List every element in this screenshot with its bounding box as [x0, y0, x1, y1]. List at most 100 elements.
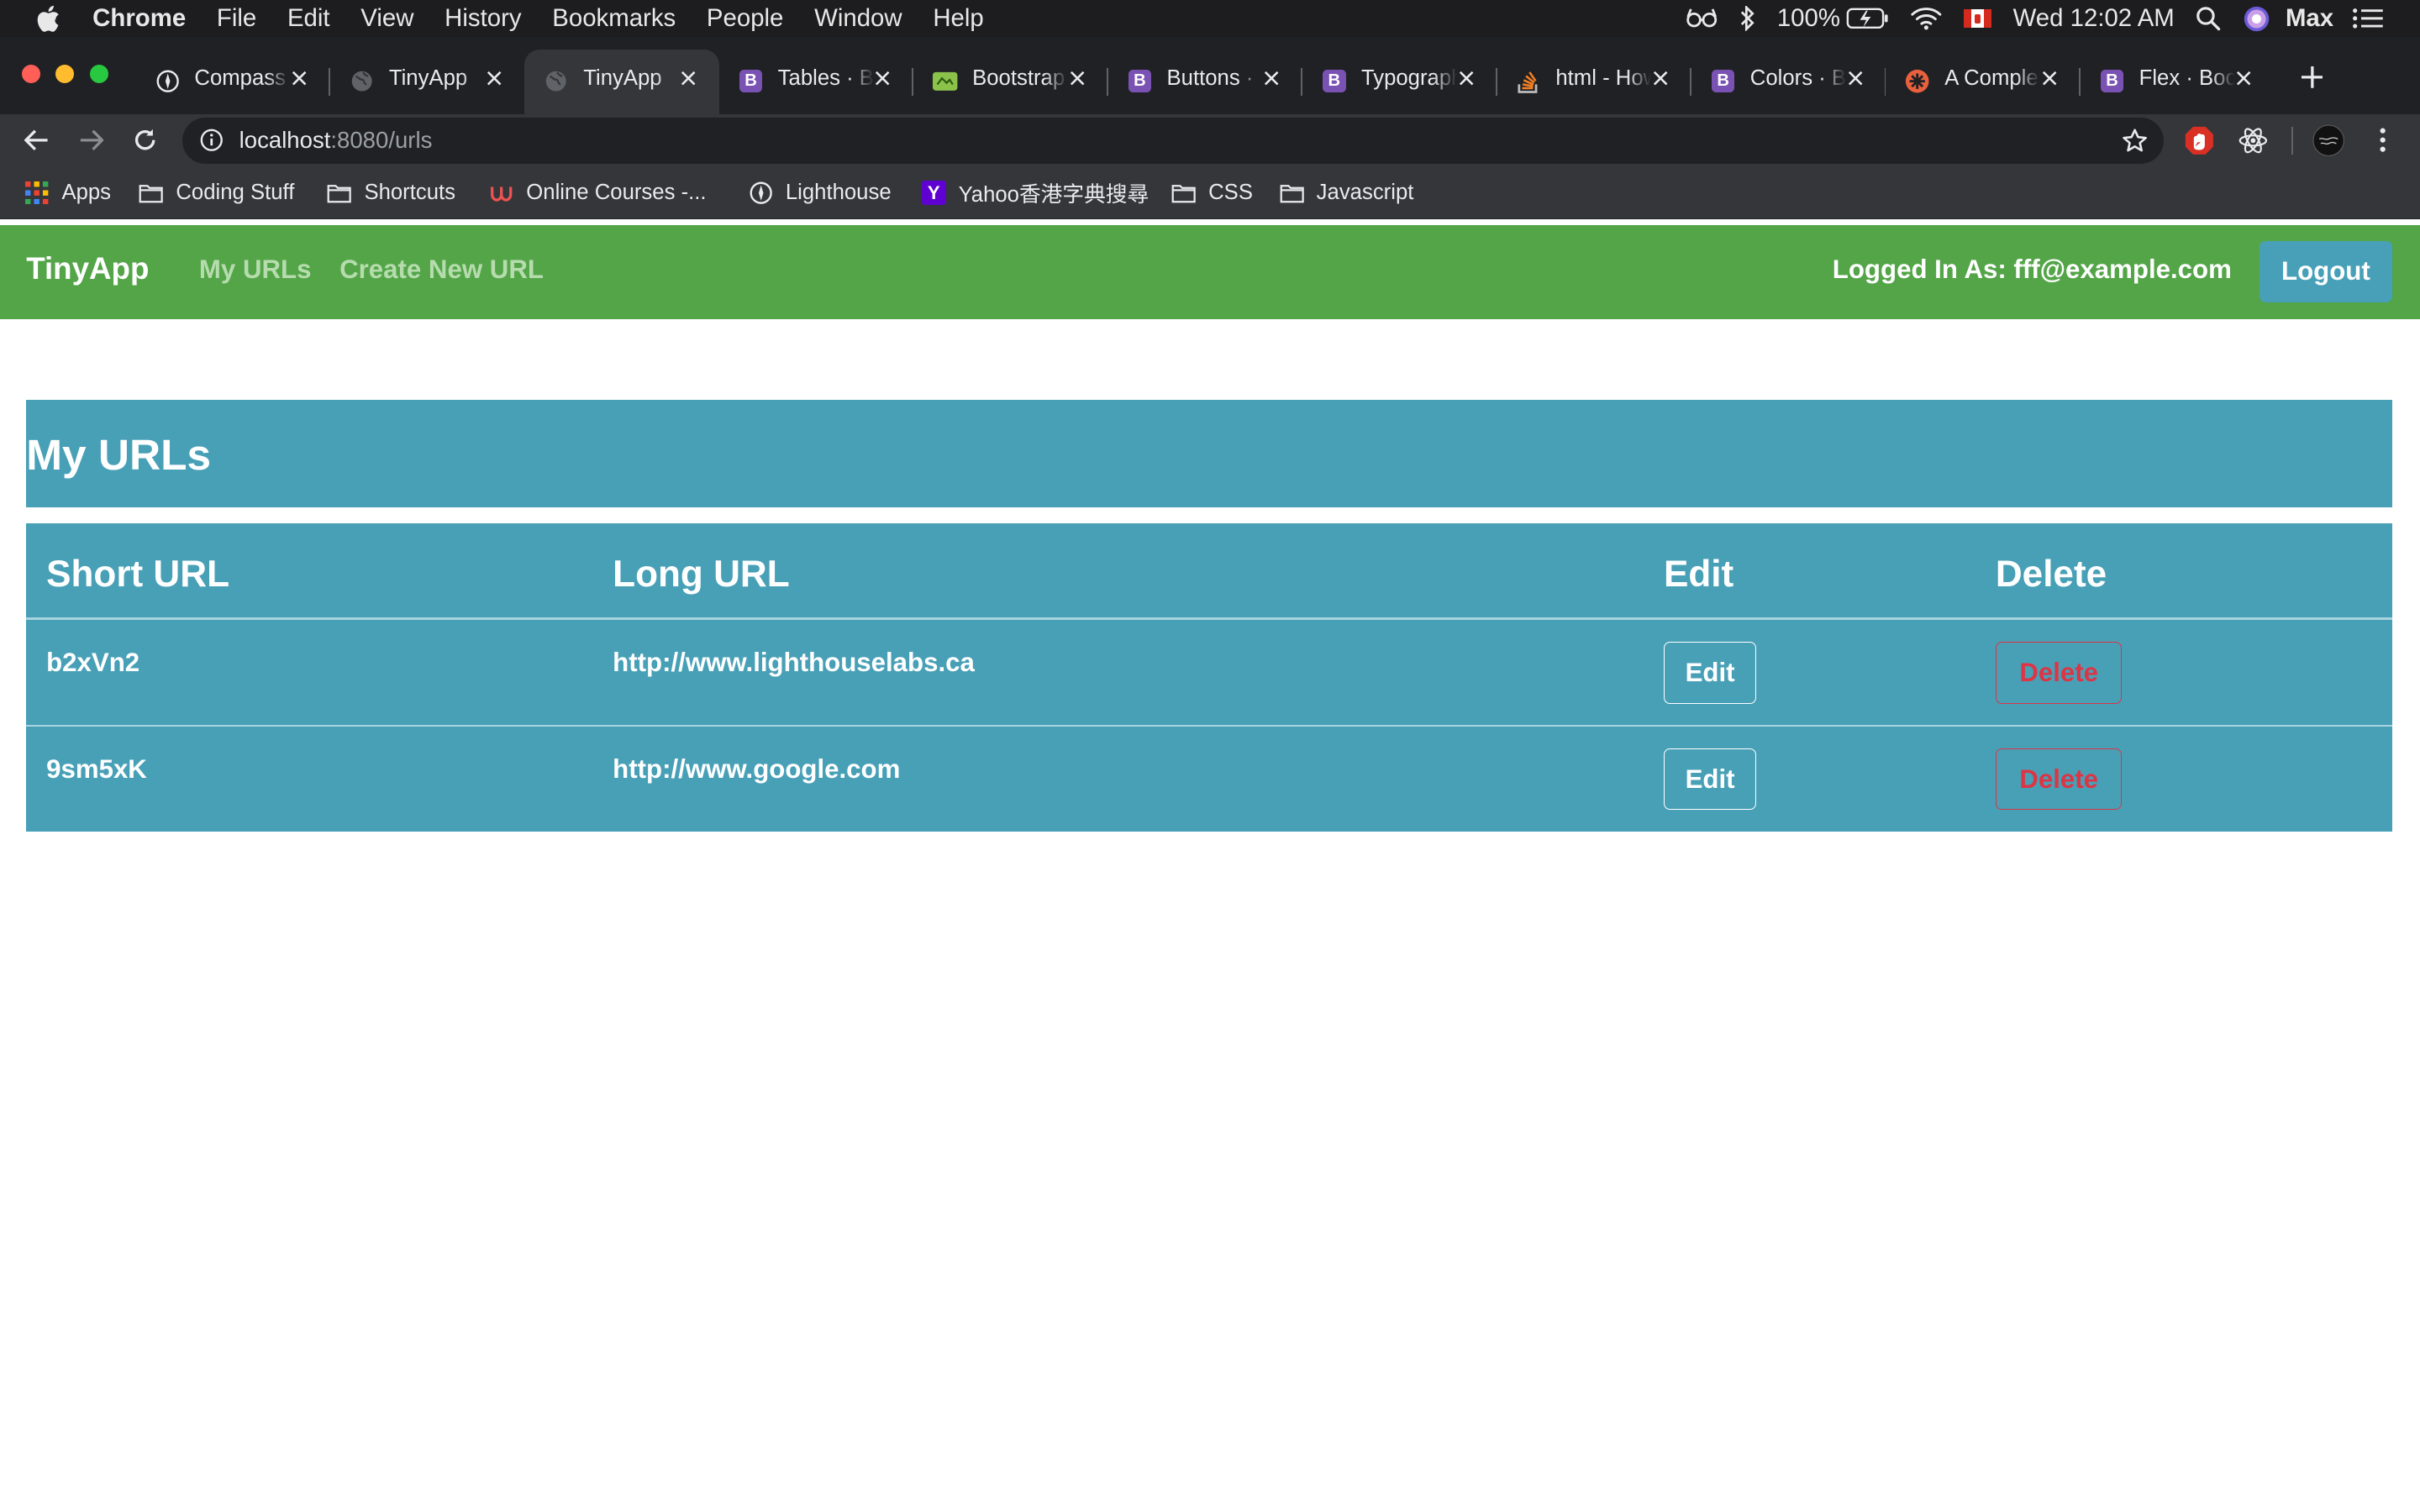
tab-close-icon[interactable] — [1260, 66, 1284, 91]
tab-close-icon[interactable] — [481, 66, 506, 91]
bookmark-online-courses[interactable]: Online Courses -... — [489, 166, 707, 218]
menu-bar-status-area: 100% Wed 12:02 AM Max — [1685, 0, 2420, 37]
menu-user-name[interactable]: Max — [2286, 4, 2333, 33]
toolbar-separator — [2291, 126, 2294, 155]
input-source-canada-flag-icon[interactable] — [1963, 9, 1991, 29]
spotlight-search-icon[interactable] — [2196, 6, 2221, 31]
tab-tables-bootstrap[interactable]: B Tables · B — [719, 50, 914, 114]
react-devtools-icon[interactable] — [2236, 123, 2270, 157]
tab-colors-bootstrap[interactable]: B Colors · B — [1691, 50, 1886, 114]
bookmark-apps[interactable]: Apps — [24, 166, 111, 218]
tab-title: Typography — [1360, 66, 1457, 90]
siri-icon[interactable] — [2243, 5, 2270, 33]
bookmark-label: Javascript — [1316, 181, 1414, 205]
menu-history[interactable]: History — [445, 4, 521, 33]
folder-icon — [327, 181, 352, 205]
site-info-icon[interactable] — [199, 128, 224, 152]
tab-close-icon[interactable] — [871, 66, 895, 91]
folder-icon — [139, 181, 164, 205]
nav-my-urls[interactable]: My URLs — [199, 255, 312, 285]
new-tab-plus-icon[interactable] — [2293, 59, 2330, 96]
address-bar[interactable]: localhost:8080/urls — [182, 117, 2165, 164]
notification-center-icon[interactable] — [2352, 8, 2383, 29]
tab-flex-bootstrap[interactable]: B Flex · Boot — [2081, 50, 2275, 114]
tab-tinyapp-active[interactable]: TinyApp — [524, 49, 719, 114]
logged-in-user-text: Logged In As: fff@example.com — [1832, 255, 2232, 285]
short-url-cell: b2xVn2 — [46, 648, 140, 678]
window-close-button[interactable] — [21, 65, 40, 84]
bootstrap-themes-icon — [932, 68, 958, 94]
menu-app-name[interactable]: Chrome — [92, 4, 186, 33]
urls-table: Short URL Long URL Edit Delete b2xVn2 ht… — [26, 522, 2392, 832]
nav-create-new-url[interactable]: Create New URL — [339, 255, 544, 285]
edit-button[interactable]: Edit — [1663, 642, 1757, 704]
battery-charging-icon[interactable] — [1846, 8, 1889, 29]
reading-glasses-icon[interactable] — [1685, 8, 1718, 29]
menu-bookmarks[interactable]: Bookmarks — [552, 4, 676, 33]
tab-compass[interactable]: Compass — [136, 50, 331, 114]
bookmark-label: Apps — [61, 181, 112, 205]
compass-icon — [155, 68, 181, 94]
tab-close-icon[interactable] — [1843, 66, 1867, 91]
window-minimize-button[interactable] — [55, 65, 75, 84]
bootstrap-icon: B — [1127, 68, 1153, 94]
tab-close-icon[interactable] — [1065, 66, 1089, 91]
bookmark-star-icon[interactable] — [2121, 127, 2149, 155]
url-path: :8080/urls — [330, 127, 433, 154]
profile-avatar[interactable] — [2312, 123, 2345, 157]
tab-tinyapp[interactable]: TinyApp — [330, 50, 524, 114]
logout-button[interactable]: Logout — [2259, 240, 2392, 302]
bootstrap-icon: B — [738, 68, 764, 94]
globe-icon — [349, 68, 375, 94]
adblock-extension-icon[interactable] — [2182, 123, 2216, 157]
tab-bootstrap-themes[interactable]: Bootstrap — [913, 50, 1108, 114]
delete-button[interactable]: Delete — [1995, 642, 2123, 704]
reload-icon[interactable] — [128, 123, 161, 157]
wifi-icon[interactable] — [1911, 7, 1942, 30]
udemy-icon — [489, 181, 513, 205]
window-zoom-button[interactable] — [89, 65, 108, 84]
menu-view[interactable]: View — [360, 4, 413, 33]
tab-typography-bootstrap[interactable]: B Typography — [1302, 50, 1497, 114]
tab-css-tricks[interactable]: A Complete — [1886, 50, 2081, 114]
chrome-menu-kebab-icon[interactable] — [2366, 123, 2400, 157]
menu-clock[interactable]: Wed 12:02 AM — [2013, 4, 2175, 33]
menu-file[interactable]: File — [217, 4, 256, 33]
bookmark-folder-javascript[interactable]: Javascript — [1280, 166, 1414, 218]
tab-close-icon[interactable] — [676, 66, 700, 91]
tab-title: A Complete — [1944, 66, 2040, 90]
back-arrow-icon[interactable] — [20, 123, 54, 157]
forward-arrow-icon[interactable] — [74, 123, 108, 157]
page-title: My URLs — [26, 429, 212, 479]
compass-icon — [749, 181, 773, 205]
edit-button[interactable]: Edit — [1663, 748, 1757, 811]
bookmark-label: CSS — [1208, 181, 1253, 205]
long-url-cell: http://www.lighthouselabs.ca — [613, 648, 975, 678]
battery-percentage: 100% — [1776, 4, 1840, 33]
address-url[interactable]: localhost:8080/urls — [239, 127, 433, 154]
tab-close-icon[interactable] — [2037, 66, 2061, 91]
apple-logo-icon[interactable] — [31, 2, 65, 35]
bookmark-lighthouse[interactable]: Lighthouse — [749, 166, 892, 218]
tab-stackoverflow[interactable]: html - How — [1497, 50, 1692, 114]
bookmark-folder-coding-stuff[interactable]: Coding Stuff — [139, 166, 294, 218]
bluetooth-icon[interactable] — [1740, 6, 1755, 31]
bookmark-yahoo-dictionary[interactable]: Y Yahoo香港字典搜尋 — [921, 166, 1149, 218]
app-brand[interactable]: TinyApp — [26, 251, 149, 286]
delete-button[interactable]: Delete — [1995, 748, 2123, 811]
tab-buttons-bootstrap[interactable]: B Buttons · — [1108, 50, 1303, 114]
menu-window[interactable]: Window — [814, 4, 902, 33]
tab-close-icon[interactable] — [2232, 66, 2256, 91]
tab-close-icon[interactable] — [1649, 66, 1673, 91]
bookmark-folder-shortcuts[interactable]: Shortcuts — [327, 166, 455, 218]
tab-title: Bootstrap — [972, 66, 1065, 90]
bootstrap-icon: B — [2099, 68, 2125, 94]
tab-close-icon[interactable] — [1454, 66, 1478, 91]
chrome-toolbar: localhost:8080/urls — [0, 113, 2420, 167]
page-heading-box: My URLs — [26, 399, 2392, 508]
bookmark-folder-css[interactable]: CSS — [1171, 166, 1253, 218]
menu-help[interactable]: Help — [933, 4, 983, 33]
menu-people[interactable]: People — [707, 4, 783, 33]
menu-edit[interactable]: Edit — [287, 4, 330, 33]
tab-close-icon[interactable] — [287, 66, 312, 91]
